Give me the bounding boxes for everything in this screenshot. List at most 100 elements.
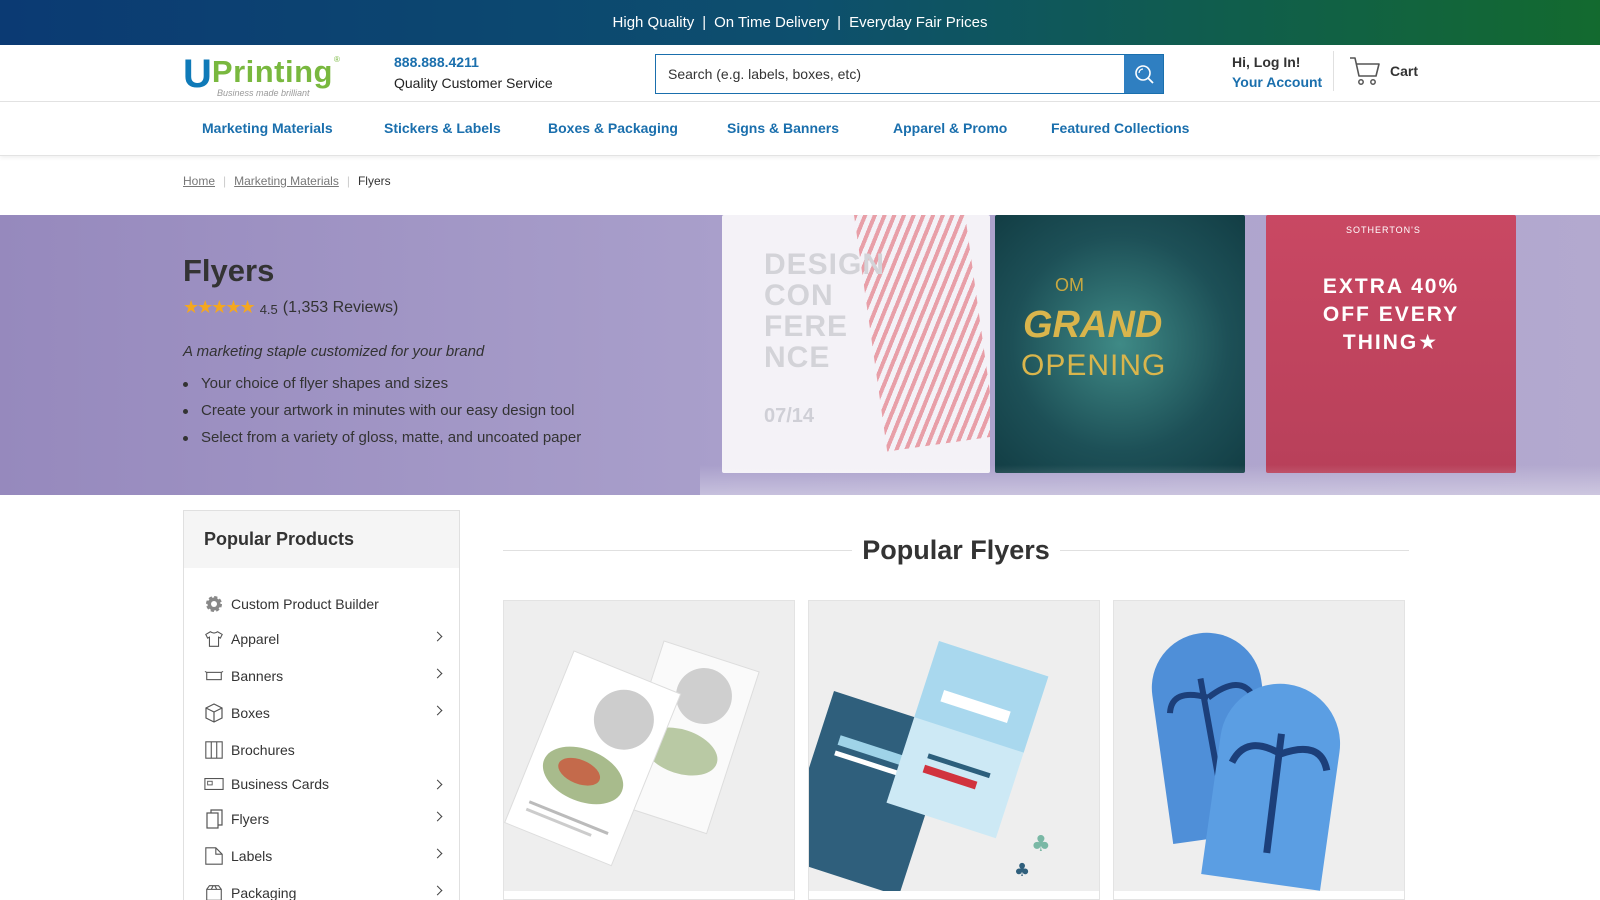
sidebar-item-label: Apparel xyxy=(231,630,280,647)
site-header: U Printing ® Business made brilliant 888… xyxy=(0,45,1600,102)
chevron-right-icon[interactable] xyxy=(432,811,443,822)
promo-bar: High Quality | On Time Delivery | Everyd… xyxy=(0,0,1600,45)
hero-poster-sale: SOTHERTON'S EXTRA 40% OFF EVERY THING★ xyxy=(1266,215,1516,473)
sidebar-item-boxes[interactable]: Boxes xyxy=(184,694,459,731)
svg-text:♣: ♣ xyxy=(1014,860,1030,881)
sidebar-item-banners[interactable]: Banners xyxy=(184,657,459,694)
hero-poster-grand-opening: OM GRAND OPENING xyxy=(995,215,1245,473)
product-image[interactable] xyxy=(1114,601,1404,891)
bullet-item: Your choice of flyer shapes and sizes xyxy=(183,375,581,392)
nav-featured-collections[interactable]: Featured Collections xyxy=(1051,120,1189,136)
logo-text: Printing xyxy=(211,54,333,89)
logo-u: U xyxy=(183,52,212,96)
breadcrumb-home[interactable]: Home xyxy=(183,174,215,188)
promo-separator: | xyxy=(837,14,842,31)
product-card-restaurant-flyer[interactable] xyxy=(503,600,795,900)
poster-sale-brand: SOTHERTON'S xyxy=(1346,225,1421,235)
logo-tagline: Business made brilliant xyxy=(217,88,310,98)
popular-flyers-heading: Popular Flyers xyxy=(503,530,1409,570)
packaging-icon xyxy=(204,883,224,900)
sidebar-item-labels[interactable]: Labels xyxy=(184,837,459,874)
breadcrumb-separator: | xyxy=(346,174,350,188)
phone-number[interactable]: 888.888.4211 xyxy=(394,54,553,70)
label-icon xyxy=(204,846,224,866)
poster-grand-om: OM xyxy=(1055,275,1084,295)
chevron-right-icon[interactable] xyxy=(432,631,443,642)
product-image[interactable]: ♣ ♣ xyxy=(809,601,1099,891)
brochure-icon xyxy=(204,740,224,760)
sidebar-item-label: Custom Product Builder xyxy=(231,596,379,612)
product-image[interactable] xyxy=(504,601,794,891)
flyer-icon xyxy=(204,808,224,829)
chevron-right-icon[interactable] xyxy=(432,885,443,896)
box-icon xyxy=(204,702,224,723)
sidebar-item-flyers[interactable]: Flyers xyxy=(184,800,459,837)
nav-marketing-materials[interactable]: Marketing Materials xyxy=(202,120,333,136)
hero-bullets: Your choice of flyer shapes and sizes Cr… xyxy=(183,375,581,456)
poster-conference-text: DESIGN CON FERE NCE xyxy=(764,248,886,374)
sidebar-item-label: Business Cards xyxy=(231,776,330,792)
promo-delivery: On Time Delivery xyxy=(714,14,830,31)
sidebar-item-brochures[interactable]: Brochures xyxy=(184,731,459,768)
sidebar-title: Popular Products xyxy=(184,511,459,568)
login-link[interactable]: Hi, Log In! xyxy=(1232,54,1322,70)
chevron-right-icon[interactable] xyxy=(432,705,443,716)
cart-button[interactable]: Cart xyxy=(1348,55,1418,87)
contact-block: 888.888.4211 Quality Customer Service xyxy=(394,54,553,91)
bullet-item: Select from a variety of gloss, matte, a… xyxy=(183,429,581,446)
search-icon xyxy=(1134,65,1154,84)
cart-label: Cart xyxy=(1390,63,1419,79)
page-title: Flyers xyxy=(183,253,275,288)
rating[interactable]: ★★★★★ 4.5 (1,353 Reviews) xyxy=(183,297,398,318)
breadcrumb-separator: | xyxy=(223,174,227,188)
banner-icon xyxy=(204,666,224,686)
sidebar-item-label: Labels xyxy=(231,847,273,864)
nav-signs-banners[interactable]: Signs & Banners xyxy=(727,120,839,136)
chevron-right-icon[interactable] xyxy=(432,779,443,790)
rating-stars-icon: ★★★★★ xyxy=(183,297,256,317)
promo-quality: High Quality xyxy=(612,14,695,31)
cart-icon xyxy=(1350,57,1380,85)
promo-prices: Everyday Fair Prices xyxy=(849,14,988,31)
poster-sale-text: EXTRA 40% OFF EVERY THING★ xyxy=(1322,275,1460,354)
sidebar-item-label: Packaging xyxy=(231,884,297,900)
logo-registered: ® xyxy=(334,55,340,64)
search-input[interactable] xyxy=(656,55,1124,93)
chevron-right-icon[interactable] xyxy=(432,848,443,859)
product-card-arched-flyer[interactable] xyxy=(1113,600,1405,900)
sidebar-item-custom-product-builder[interactable]: Custom Product Builder xyxy=(184,588,459,620)
site-logo[interactable]: U Printing ® Business made brilliant xyxy=(183,52,340,98)
product-card-club-flyer[interactable]: ♣ ♣ xyxy=(808,600,1100,900)
account-link[interactable]: Your Account xyxy=(1232,74,1322,90)
nav-boxes-packaging[interactable]: Boxes & Packaging xyxy=(548,120,678,136)
sidebar-item-label: Flyers xyxy=(231,810,270,827)
hero-banner: Flyers ★★★★★ 4.5 (1,353 Reviews) A marke… xyxy=(0,215,1600,495)
breadcrumb-marketing-materials[interactable]: Marketing Materials xyxy=(234,174,339,188)
svg-text:♣: ♣ xyxy=(1031,832,1051,857)
header-divider xyxy=(1333,51,1334,91)
sidebar-item-packaging[interactable]: Packaging xyxy=(184,874,459,900)
poster-conference-date: 07/14 xyxy=(764,405,815,427)
poster-grand-main: GRAND xyxy=(1023,304,1163,346)
breadcrumb: Home | Marketing Materials | Flyers xyxy=(183,174,391,188)
popular-products-sidebar: Popular Products Custom Product Builder … xyxy=(183,510,460,900)
nav-stickers-labels[interactable]: Stickers & Labels xyxy=(384,120,501,136)
business-card-icon xyxy=(204,774,224,794)
search-bar xyxy=(655,54,1164,94)
bullet-item: Create your artwork in minutes with our … xyxy=(183,402,581,419)
sidebar-item-label: Banners xyxy=(231,667,284,684)
sidebar-item-apparel[interactable]: Apparel xyxy=(184,620,459,657)
hero-poster-conference: DESIGN CON FERE NCE 07/14 xyxy=(722,215,990,473)
sidebar-item-business-cards[interactable]: Business Cards xyxy=(184,768,459,800)
search-button[interactable] xyxy=(1124,55,1163,93)
section-title: Popular Flyers xyxy=(852,534,1060,566)
nav-apparel-promo[interactable]: Apparel & Promo xyxy=(893,120,1007,136)
gear-icon xyxy=(204,594,224,614)
sidebar-item-label: Boxes xyxy=(231,704,270,721)
hero-tagline: A marketing staple customized for your b… xyxy=(183,343,485,360)
service-text: Quality Customer Service xyxy=(394,75,553,91)
tshirt-icon xyxy=(204,629,224,649)
reviews-link[interactable]: (1,353 Reviews) xyxy=(283,299,399,317)
chevron-right-icon[interactable] xyxy=(432,668,443,679)
poster-grand-sub: OPENING xyxy=(1021,349,1167,382)
